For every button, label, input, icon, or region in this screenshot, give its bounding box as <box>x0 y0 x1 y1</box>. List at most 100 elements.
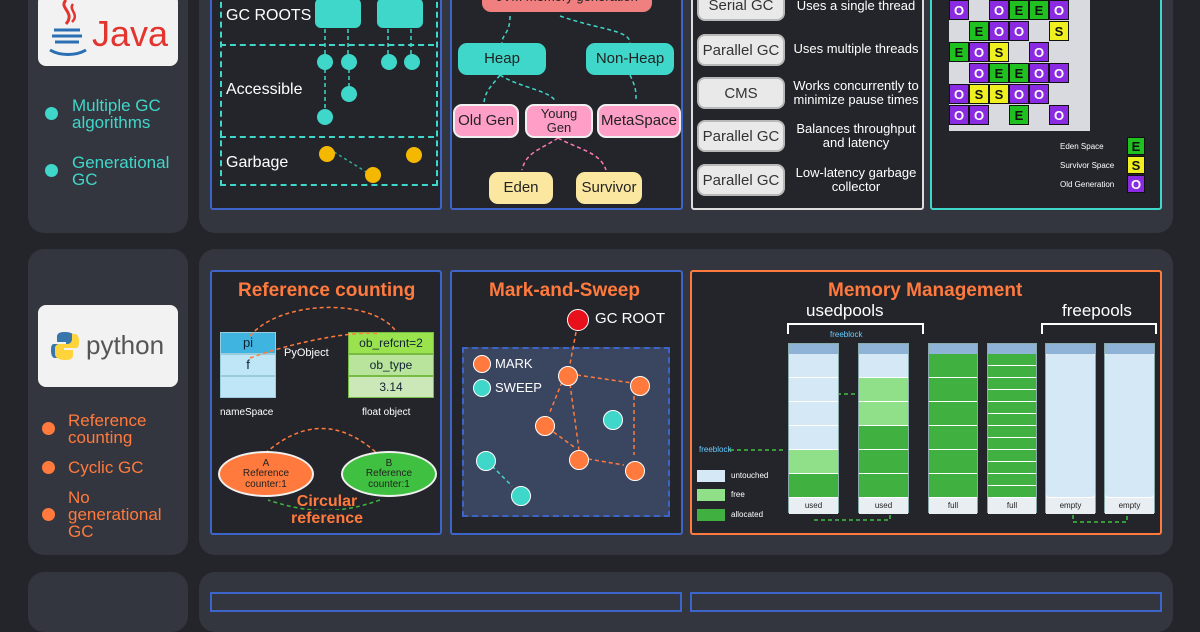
generation-arrows <box>483 15 637 171</box>
java-cup-icon <box>49 0 87 56</box>
pool-status-label: used <box>859 498 908 514</box>
heap-node: Heap <box>458 43 546 75</box>
pool-status-label: empty <box>1105 498 1154 514</box>
metaspace-node: MetaSpace <box>597 104 681 138</box>
garbage-node <box>319 146 335 162</box>
garbage-label: Garbage <box>226 154 289 171</box>
python-bullet-3: No generational GC <box>68 488 162 541</box>
object-a: A Reference counter:1 <box>218 451 314 497</box>
object-b: B Reference counter:1 <box>341 451 437 497</box>
heap-region-grid: OOEEOEOOSEOSOOEEOOOSSOOOOEO <box>949 0 1090 131</box>
garbage-node <box>365 167 381 183</box>
legend-eden-swatch: E <box>1127 137 1145 155</box>
circular-reference-label: Circular reference <box>290 493 364 527</box>
legend-allocated-swatch <box>697 509 725 521</box>
legend-label: Survivor Space <box>1060 161 1115 170</box>
pool-status-label: full <box>988 498 1036 514</box>
survivor-node: Survivor <box>576 172 642 204</box>
legend-untouched: untouched <box>731 471 769 480</box>
java-logo-text: Java <box>92 13 169 54</box>
pool-status-label: empty <box>1046 498 1095 514</box>
legend-survivor-swatch: S <box>1127 156 1145 174</box>
mark-node <box>535 416 555 436</box>
object-a-counter: Reference counter:1 <box>242 468 290 490</box>
legend-label: Eden Space <box>1060 142 1104 151</box>
gc-type-button: CMS <box>697 77 785 109</box>
heap-region-cell: E <box>989 63 1009 83</box>
node <box>404 54 420 70</box>
mark-node <box>569 450 589 470</box>
next-sidebar-card <box>28 572 188 632</box>
mark-node <box>625 461 645 481</box>
garbage-node <box>406 147 422 163</box>
usedpools-label: usedpools <box>806 301 884 320</box>
python-bullet-1: Reference counting <box>68 411 147 447</box>
heap-region-cell: O <box>1029 84 1049 104</box>
bullet-dot <box>45 164 58 177</box>
sweep-node <box>603 410 623 430</box>
node <box>317 109 333 125</box>
heap-region-cell: O <box>1049 63 1069 83</box>
sweep-node <box>511 486 531 506</box>
heap-region-cell: O <box>989 0 1009 20</box>
gc-type-desc: Works concurrently to minimize pause tim… <box>793 78 919 107</box>
node <box>317 54 333 70</box>
root-box <box>377 0 423 28</box>
heap-region-cell: O <box>1049 0 1069 20</box>
heap-region-cell: O <box>949 105 969 125</box>
java-bullet-2: Generational GC <box>72 153 170 189</box>
memory-title: Memory Management <box>828 280 1023 301</box>
nonheap-node: Non-Heap <box>586 43 674 75</box>
heap-region-cell: E <box>1009 63 1029 83</box>
java-logo: Java <box>38 0 178 66</box>
heap-region-cell: O <box>949 84 969 104</box>
gc-type-desc: Low-latency garbage collector <box>795 165 917 194</box>
heap-region-cell: S <box>1049 21 1069 41</box>
gc-type-button: Parallel GC <box>697 34 785 66</box>
legend-label: Old Generation <box>1060 180 1115 189</box>
oldgen-node: Old Gen <box>453 104 519 138</box>
python-snake-icon <box>51 332 79 360</box>
legend-free-swatch <box>697 489 725 501</box>
heap-region-cell: S <box>989 42 1009 62</box>
bullet-dot <box>42 508 55 521</box>
refcount-title: Reference counting <box>238 280 416 301</box>
heap-region-cell: E <box>949 42 969 62</box>
heap-region-cell: O <box>1009 21 1029 41</box>
heap-region-cell: O <box>1049 105 1069 125</box>
gc-type-desc: Uses a single thread <box>796 0 916 13</box>
memory-pool-column: full <box>928 343 978 514</box>
gc-roots-label: GC ROOTS <box>226 7 312 24</box>
mark-sweep-title: Mark-and-Sweep <box>489 280 640 301</box>
heap-region-cell: O <box>969 42 989 62</box>
mark-sweep-edges <box>491 331 635 487</box>
bullet-dot <box>45 107 58 120</box>
legend-allocated: allocated <box>731 510 764 519</box>
heap-region-cell: O <box>969 105 989 125</box>
python-logo: python <box>38 305 178 387</box>
heap-region-cell: O <box>1009 84 1029 104</box>
heap-region-cell: E <box>1009 105 1029 125</box>
java-bullet-1: Multiple GC algorithms <box>72 96 161 132</box>
bullet-dot <box>42 422 55 435</box>
root-box <box>315 0 361 28</box>
memory-pool-column: empty <box>1045 343 1096 514</box>
heap-region-cell: S <box>989 84 1009 104</box>
heap-region-cell: O <box>989 21 1009 41</box>
gc-type-button: Parallel GC <box>697 120 785 152</box>
memory-pool-column: used <box>788 343 839 514</box>
sweep-node <box>476 451 496 471</box>
pool-status-label: used <box>789 498 838 514</box>
python-logo-text: python <box>86 330 165 360</box>
memory-pool-column: used <box>858 343 909 514</box>
accessible-label: Accessible <box>226 81 303 98</box>
younggen-node: Young Gen <box>525 104 593 138</box>
gc-type-button: Parallel GC <box>697 164 785 196</box>
heap-region-cell: E <box>1029 0 1049 20</box>
memory-pool-column: empty <box>1104 343 1155 514</box>
legend-old-swatch: O <box>1127 175 1145 193</box>
heap-region-cell: O <box>949 0 969 20</box>
node <box>341 54 357 70</box>
python-bullet-2: Cyclic GC <box>68 458 144 477</box>
mark-node <box>630 376 650 396</box>
